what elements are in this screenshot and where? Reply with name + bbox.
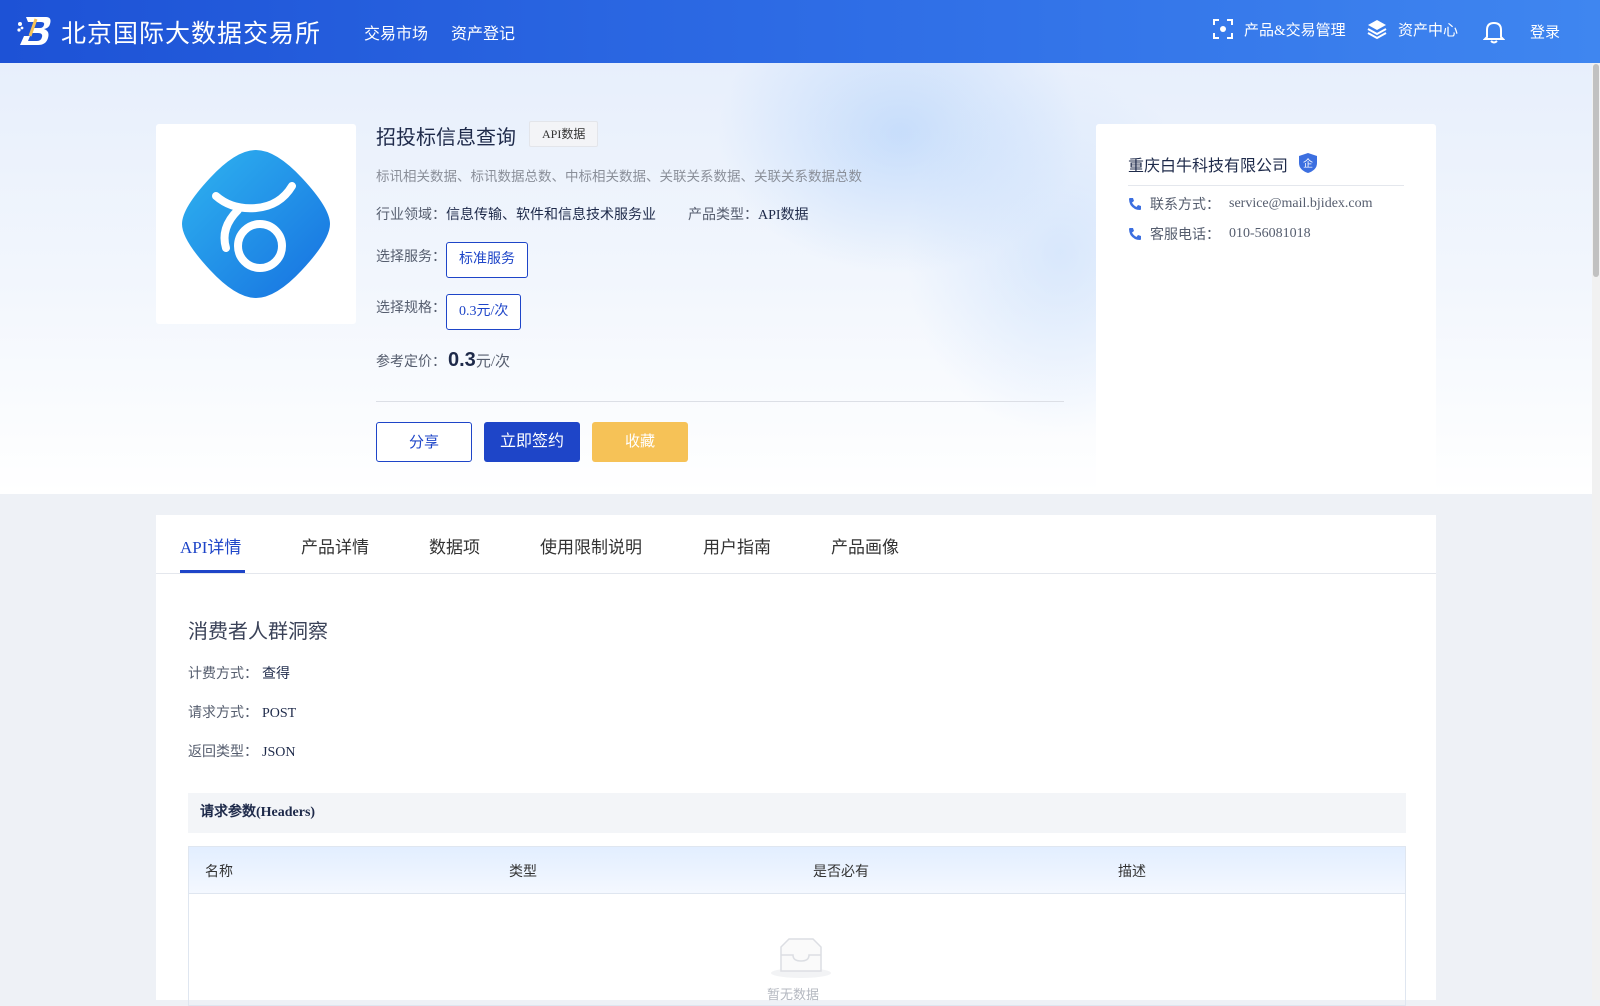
- provider-card: 重庆白牛科技有限公司 企 联系方式： service@mail.bjidex.c…: [1096, 124, 1436, 494]
- bjidex-logo-icon[interactable]: [16, 14, 52, 48]
- phone-icon: [1129, 198, 1141, 210]
- tab-usage-restrictions[interactable]: 使用限制说明: [540, 533, 642, 558]
- billing-label: 计费方式：: [188, 667, 258, 682]
- detail-tabs: API详情 产品详情 数据项 使用限制说明 用户指南 产品画像: [156, 515, 1436, 574]
- industry-label: 行业领域：: [376, 208, 446, 223]
- product-logo-icon: [182, 150, 330, 298]
- reference-price: 参考定价： 0.3 元/次: [376, 349, 510, 372]
- column-header-type: 类型: [509, 865, 537, 880]
- spec-label: 选择规格：: [376, 301, 446, 316]
- contact-label: 联系方式：: [1150, 198, 1220, 213]
- spec-option[interactable]: 0.3元/次: [446, 294, 522, 330]
- empty-inbox-icon: [771, 938, 831, 978]
- product-description: 标讯相关数据、标讯数据总数、中标相关数据、关联关系数据、关联关系数据总数: [376, 169, 862, 184]
- favorite-button[interactable]: 收藏: [592, 422, 688, 462]
- enterprise-verified-icon: 企: [1299, 153, 1317, 173]
- company-name[interactable]: 重庆白牛科技有限公司: [1128, 152, 1288, 176]
- return-type-row: 返回类型： JSON: [188, 741, 295, 761]
- product-type-value: API数据: [758, 208, 809, 223]
- tab-user-guide[interactable]: 用户指南: [703, 533, 771, 558]
- column-header-name: 名称: [205, 865, 233, 880]
- asset-center-link[interactable]: 资产中心: [1366, 18, 1458, 40]
- company-divider: [1128, 185, 1404, 186]
- empty-data-text: 暂无数据: [767, 987, 820, 1002]
- headers-table: 名称 类型 是否必有 描述 暂无数据: [188, 846, 1406, 1006]
- column-header-required: 是否必有: [813, 865, 869, 880]
- headers-section-title: 请求参数(Headers): [188, 793, 1406, 833]
- page-scrollbar-thumb[interactable]: [1593, 64, 1599, 277]
- method-value: POST: [262, 706, 297, 721]
- tab-product-profile[interactable]: 产品画像: [831, 533, 899, 558]
- product-type-label: 产品类型：: [688, 208, 758, 223]
- method-label: 请求方式：: [188, 706, 258, 721]
- top-header: 北京国际大数据交易所 交易市场 资产登记 产品&交易管理 资产中心 登录: [0, 0, 1600, 63]
- table-header: 名称 类型 是否必有 描述: [189, 847, 1405, 894]
- billing-value: 查得: [262, 667, 290, 682]
- product-type-tag: API数据: [529, 121, 599, 147]
- active-tab-indicator: [180, 570, 245, 573]
- api-title: 消费者人群洞察: [188, 621, 328, 643]
- product-trade-mgmt-label: 产品&交易管理: [1244, 22, 1346, 39]
- scan-focus-icon: [1213, 19, 1233, 39]
- product-title: 招投标信息查询: [376, 127, 516, 149]
- login-link[interactable]: 登录: [1530, 21, 1560, 42]
- product-hero: 招投标信息查询 API数据 标讯相关数据、标讯数据总数、中标相关数据、关联关系数…: [0, 63, 1592, 494]
- site-title[interactable]: 北京国际大数据交易所: [61, 14, 321, 50]
- layers-icon: [1367, 20, 1387, 40]
- industry-row: 行业领域：信息传输、软件和信息技术服务业: [376, 204, 656, 224]
- service-label: 选择服务：: [376, 250, 446, 265]
- product-image-card: [156, 124, 356, 324]
- nav-trade-market[interactable]: 交易市场: [364, 20, 428, 44]
- return-type-value: JSON: [262, 745, 296, 760]
- sign-now-button[interactable]: 立即签约: [484, 422, 580, 462]
- billing-row: 计费方式： 查得: [188, 663, 290, 683]
- price-unit: 元/次: [475, 354, 510, 370]
- price-label: 参考定价：: [376, 355, 446, 370]
- phone-icon: [1129, 228, 1141, 240]
- return-type-label: 返回类型：: [188, 745, 258, 760]
- phone-label: 客服电话：: [1150, 228, 1220, 243]
- service-option-standard[interactable]: 标准服务: [446, 242, 528, 278]
- method-row: 请求方式： POST: [188, 702, 296, 722]
- asset-center-label: 资产中心: [1398, 22, 1459, 39]
- column-header-description: 描述: [1118, 865, 1146, 880]
- industry-value: 信息传输、软件和信息技术服务业: [446, 208, 656, 223]
- nav-asset-register[interactable]: 资产登记: [451, 20, 515, 44]
- price-number: 0.3: [448, 349, 476, 371]
- contact-phone-row: 客服电话： 010-56081018: [1128, 224, 1311, 244]
- tab-api-details[interactable]: API详情: [180, 533, 241, 558]
- share-button[interactable]: 分享: [376, 422, 472, 462]
- detail-content-card: API详情 产品详情 数据项 使用限制说明 用户指南 产品画像 消费者人群洞察 …: [156, 515, 1436, 1006]
- hero-divider: [376, 401, 1064, 402]
- product-type-row: 产品类型：API数据: [688, 204, 809, 224]
- contact-email-row: 联系方式： service@mail.bjidex.com: [1128, 194, 1373, 214]
- tab-data-items[interactable]: 数据项: [429, 533, 480, 558]
- product-trade-mgmt-link[interactable]: 产品&交易管理: [1212, 18, 1346, 40]
- enterprise-badge-text: 企: [1303, 157, 1313, 170]
- tab-product-details[interactable]: 产品详情: [301, 533, 369, 558]
- contact-email[interactable]: service@mail.bjidex.com: [1229, 196, 1373, 212]
- phone-number[interactable]: 010-56081018: [1229, 226, 1311, 242]
- bell-icon[interactable]: [1483, 20, 1505, 44]
